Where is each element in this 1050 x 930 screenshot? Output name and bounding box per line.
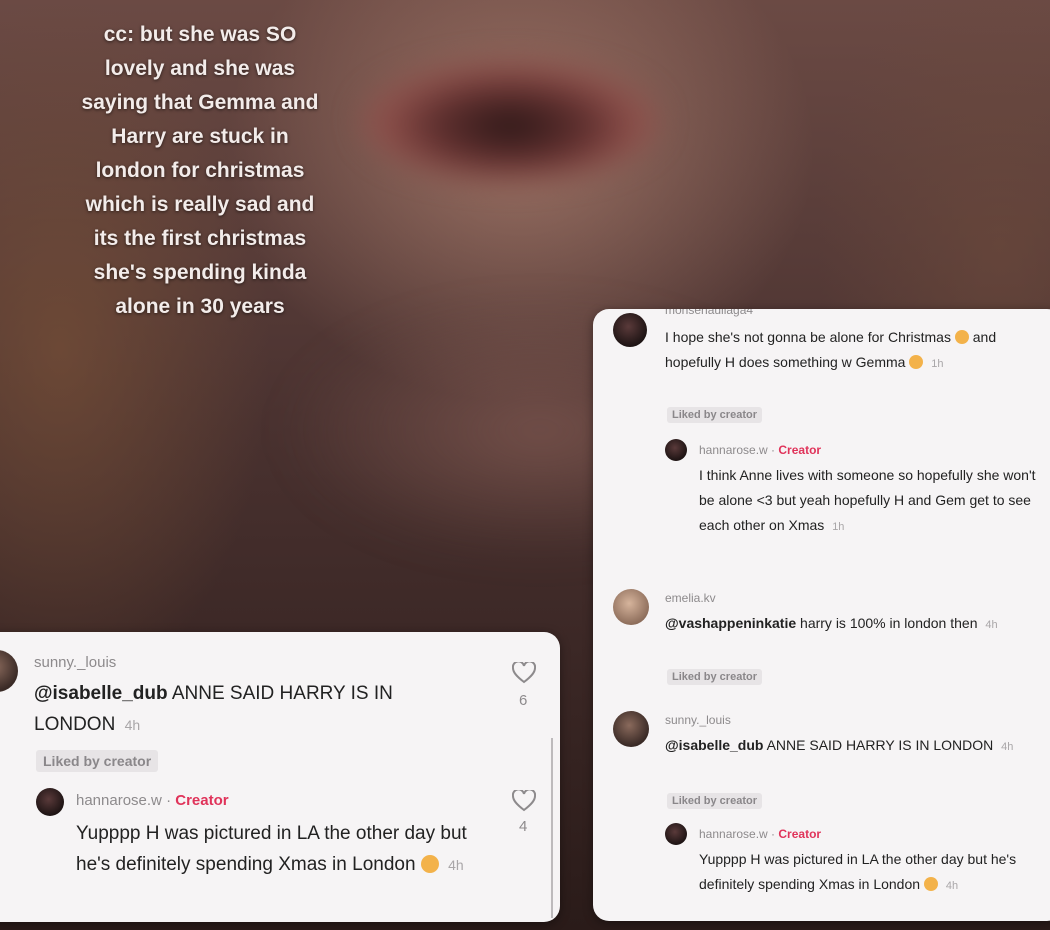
reply-time: 4h bbox=[448, 857, 464, 873]
separator: · bbox=[161, 792, 176, 809]
mention-link[interactable]: @isabelle_dub bbox=[665, 737, 763, 753]
comment-card-right: monsenaullaga4 I hope she's not gonna be… bbox=[593, 309, 1050, 921]
emoji-icon bbox=[923, 877, 938, 891]
separator: · bbox=[767, 827, 779, 841]
liked-by-creator-badge: Liked by creator bbox=[36, 750, 159, 772]
heart-icon[interactable] bbox=[512, 662, 536, 684]
reply-username-line: hannarose.w · Creator bbox=[699, 827, 821, 841]
comment-username[interactable]: sunny._louis bbox=[665, 713, 731, 727]
avatar[interactable] bbox=[613, 711, 649, 747]
reply-username[interactable]: hannarose.w bbox=[76, 792, 162, 809]
like-count: 6 bbox=[519, 692, 528, 709]
reply-text: I think Anne lives with someone so hopef… bbox=[699, 463, 1039, 540]
comment-time: 4h bbox=[985, 619, 998, 631]
reply-time: 1h bbox=[832, 521, 845, 533]
creator-badge: Creator bbox=[778, 827, 822, 841]
video-caption: cc: but she was SO lovely and she was sa… bbox=[81, 23, 319, 318]
comment-text: I hope she's not gonna be alone for Chri… bbox=[665, 325, 1045, 377]
reply-text: Yupppp H was pictured in LA the other da… bbox=[76, 818, 496, 881]
avatar[interactable] bbox=[36, 788, 64, 816]
reply-username-line: hannarose.w · Creator bbox=[76, 792, 229, 809]
reply-username[interactable]: hannarose.w bbox=[699, 443, 768, 457]
comment-card-left: sunny._louis @isabelle_dub ANNE SAID HAR… bbox=[0, 632, 560, 922]
liked-by-creator-badge: Liked by creator bbox=[667, 669, 762, 685]
avatar[interactable] bbox=[613, 313, 647, 347]
blurred-lips bbox=[360, 60, 660, 180]
reply-username[interactable]: hannarose.w bbox=[699, 827, 768, 841]
comment-text: @isabelle_dub ANNE SAID HARRY IS IN LOND… bbox=[34, 678, 474, 741]
creator-badge: Creator bbox=[778, 443, 822, 457]
creator-badge: Creator bbox=[175, 792, 229, 809]
comment-time: 1h bbox=[931, 358, 944, 370]
mention-link[interactable]: @vashappeninkatie bbox=[665, 615, 796, 631]
comment-time: 4h bbox=[124, 717, 141, 733]
comment-text: @isabelle_dub ANNE SAID HARRY IS IN LOND… bbox=[665, 733, 1025, 760]
avatar[interactable] bbox=[0, 650, 18, 692]
comment-body: I hope she's not gonna be alone for Chri… bbox=[665, 329, 951, 345]
heart-icon[interactable] bbox=[512, 790, 536, 812]
comment-body: ANNE SAID HARRY IS IN LONDON bbox=[766, 737, 994, 753]
avatar[interactable] bbox=[665, 823, 687, 845]
emoji-icon bbox=[909, 355, 924, 369]
reply-text: Yupppp H was pictured in LA the other da… bbox=[699, 847, 1029, 899]
reply-body: I think Anne lives with someone so hopef… bbox=[699, 467, 1036, 533]
comment-body: harry is 100% in london then bbox=[800, 615, 978, 631]
liked-by-creator-badge: Liked by creator bbox=[667, 407, 762, 423]
avatar[interactable] bbox=[665, 439, 687, 461]
separator: · bbox=[767, 443, 779, 457]
comment-username[interactable]: monsenaullaga4 bbox=[665, 309, 753, 317]
scrollbar[interactable] bbox=[551, 738, 553, 918]
comment-username[interactable]: emelia.kv bbox=[665, 591, 716, 605]
reply-body: Yupppp H was pictured in LA the other da… bbox=[699, 851, 1017, 892]
emoji-icon bbox=[954, 330, 969, 344]
like-count: 4 bbox=[519, 818, 528, 835]
mention-link[interactable]: @isabelle_dub bbox=[34, 683, 168, 704]
reply-time: 4h bbox=[945, 880, 959, 892]
comment-username[interactable]: sunny._louis bbox=[34, 654, 116, 671]
liked-by-creator-badge: Liked by creator bbox=[667, 793, 762, 809]
comment-time: 4h bbox=[1001, 741, 1014, 753]
reply-username-line: hannarose.w · Creator bbox=[699, 443, 821, 457]
emoji-icon bbox=[420, 855, 439, 873]
reply-body: Yupppp H was pictured in LA the other da… bbox=[76, 823, 467, 875]
comment-text: @vashappeninkatie harry is 100% in londo… bbox=[665, 611, 1025, 638]
avatar[interactable] bbox=[613, 589, 649, 625]
